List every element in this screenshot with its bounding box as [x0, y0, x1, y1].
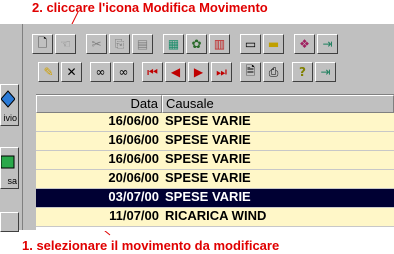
column-header-data[interactable]: Data [36, 95, 162, 113]
cell-date: 11/07/00 [109, 208, 159, 223]
cell-causale: SPESE VARIE [165, 132, 251, 147]
cell-date: 20/06/00 [108, 170, 159, 185]
new-document-icon[interactable]: 🗋 [32, 34, 53, 54]
cash-icon [1, 155, 15, 169]
print-preview-icon[interactable]: 🗎 [240, 62, 261, 82]
cell-causale: SPESE VARIE [165, 189, 251, 204]
table-row-selected[interactable]: 03/07/00 SPESE VARIE [36, 189, 394, 208]
toolbar-records: ✎ ✕ ∞ ∞ ⏮ ◀ ▶ ⏭ 🗎 ⎙ ? ⇥ [38, 62, 336, 84]
table-row[interactable]: 16/06/00 SPESE VARIE [36, 132, 394, 151]
field-icon[interactable]: ▬ [263, 34, 284, 54]
column-header-causale[interactable]: Causale [162, 95, 394, 113]
table-row[interactable]: 20/06/00 SPESE VARIE [36, 170, 394, 189]
help-icon[interactable]: ? [292, 62, 313, 82]
chart-icon[interactable]: ▥ [209, 34, 230, 54]
binoculars-icon[interactable]: ∞ [90, 62, 111, 82]
cell-date: 03/07/00 [108, 189, 159, 204]
cell-causale: RICARICA WIND [165, 208, 267, 223]
book-icon[interactable]: ❖ [294, 34, 315, 54]
prev-record-icon[interactable]: ◀ [165, 62, 186, 82]
cell-causale: SPESE VARIE [165, 170, 251, 185]
cell-causale: SPESE VARIE [165, 113, 251, 128]
printer-icon[interactable]: ⎙ [263, 62, 284, 82]
cell-causale: SPESE VARIE [165, 151, 251, 166]
cut-icon[interactable]: ✂ [86, 34, 107, 54]
side-button-1[interactable]: ivio [0, 84, 19, 126]
copy-icon[interactable]: ⎘ [109, 34, 130, 54]
side-panel: ivio sa [0, 24, 23, 232]
binoculars-next-icon[interactable]: ∞ [113, 62, 134, 82]
dialog-icon[interactable]: ▭ [240, 34, 261, 54]
table-header: Data Causale [36, 95, 394, 113]
diamond-icon [1, 90, 15, 108]
side-button-2[interactable]: sa [0, 147, 19, 189]
last-record-icon[interactable]: ⏭ [211, 62, 232, 82]
delete-x-icon[interactable]: ✕ [61, 62, 82, 82]
cell-date: 16/06/00 [108, 151, 159, 166]
cell-date: 16/06/00 [108, 132, 159, 147]
exit-door-icon[interactable]: ⇥ [315, 62, 336, 82]
table-row[interactable]: 11/07/00 RICARICA WIND [36, 208, 394, 227]
calculator-icon[interactable]: ▦ [163, 34, 184, 54]
table-row[interactable]: 16/06/00 SPESE VARIE [36, 151, 394, 170]
table-row[interactable]: 16/06/00 SPESE VARIE [36, 113, 394, 132]
tools-icon[interactable]: ✿ [186, 34, 207, 54]
movements-table: Data Causale 16/06/00 SPESE VARIE 16/06/… [36, 94, 394, 231]
side-button-3[interactable] [0, 212, 19, 232]
paste-icon[interactable]: ▤ [132, 34, 153, 54]
pencil-edit-icon[interactable]: ✎ [38, 62, 59, 82]
toolbar-top: 🗋 ☜ ✂ ⎘ ▤ ▦ ✿ ▥ ▭ ▬ ❖ ⇥ [32, 34, 338, 56]
exit-icon[interactable]: ⇥ [317, 34, 338, 54]
next-record-icon[interactable]: ▶ [188, 62, 209, 82]
cell-date: 16/06/00 [108, 113, 159, 128]
first-record-icon[interactable]: ⏮ [142, 62, 163, 82]
handshake-icon[interactable]: ☜ [55, 34, 76, 54]
